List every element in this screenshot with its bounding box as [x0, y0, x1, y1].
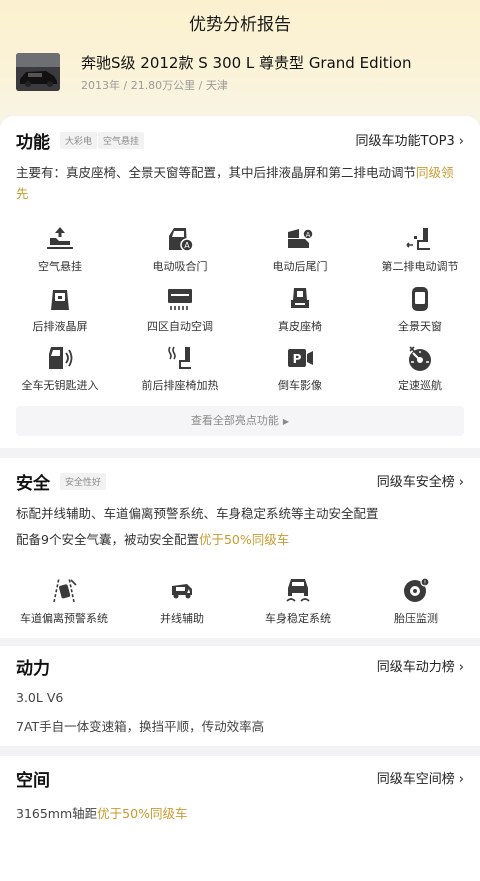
- stability-control-icon: [238, 576, 358, 604]
- svg-text:!: !: [424, 580, 426, 587]
- summary-text: 主要有：真皮座椅、全景天窗等配置，其中后排液晶屏和第二排电动调节: [16, 165, 417, 180]
- triangle-right-icon: ▶: [282, 417, 290, 426]
- feature-item[interactable]: A 电动后尾门: [240, 226, 360, 274]
- features-top3-link[interactable]: 同级车功能TOP3 ›: [356, 130, 465, 149]
- safety-label: 并线辅助: [160, 612, 204, 625]
- cruise-control-icon: [360, 345, 480, 371]
- feature-item[interactable]: 四区自动空调: [120, 286, 240, 334]
- space-rank-link[interactable]: 同级车空间榜 ›: [377, 768, 464, 787]
- safety-item[interactable]: ! 胎压监测: [356, 576, 476, 626]
- safety-line-2: 配备9个安全气囊，被动安全配置优于50%同级车: [16, 529, 464, 550]
- wheelbase-highlight: 优于50%同级车: [97, 806, 188, 821]
- feature-item[interactable]: 真皮座椅: [240, 286, 360, 334]
- feature-item[interactable]: 第二排电动调节: [360, 226, 480, 274]
- features-card: 功能 大彩电 空气悬挂 同级车功能TOP3 › 主要有：真皮座椅、全景天窗等配置，…: [0, 116, 480, 448]
- svg-text:A: A: [184, 241, 190, 250]
- view-all-label: 查看全部亮点功能: [190, 414, 279, 427]
- blind-spot-icon: [122, 576, 242, 604]
- features-top3-label: 同级车功能TOP3: [355, 134, 455, 149]
- transmission-spec: 7AT手自一体变速箱，换挡平顺，传动效率高: [16, 719, 265, 734]
- air-suspension-icon: [0, 226, 120, 252]
- chevron-right-icon: ›: [458, 660, 464, 675]
- safety-title: 安全: [16, 474, 50, 494]
- feature-item[interactable]: 后排液晶屏: [0, 286, 120, 334]
- safety-header: 安全 安全性好 同级车安全榜 ›: [16, 469, 464, 494]
- svg-text:P: P: [293, 352, 302, 366]
- feature-label: 电动吸合门: [152, 260, 208, 273]
- page-title: 优势分析报告: [189, 15, 291, 35]
- features-summary: 主要有：真皮座椅、全景天窗等配置，其中后排液晶屏和第二排电动调节同级领先: [16, 162, 464, 204]
- safety-label: 车道偏离预警系统: [20, 612, 108, 625]
- feature-label: 前后排座椅加热: [141, 379, 219, 392]
- safety-rank-link[interactable]: 同级车安全榜 ›: [377, 471, 464, 490]
- chevron-right-icon: ›: [458, 134, 464, 149]
- feature-label: 全车无钥匙进入: [21, 379, 99, 392]
- safety-line-1: 标配并线辅助、车道偏离预警系统、车身稳定系统等主动安全配置: [16, 506, 379, 521]
- safety-tag: 安全性好: [60, 473, 107, 490]
- features-title: 功能: [16, 133, 50, 153]
- power-rank-link[interactable]: 同级车动力榜 ›: [377, 656, 464, 675]
- car-meta: 2013年 / 21.80万公里 / 天津: [81, 79, 228, 92]
- wheelbase-spec: 3165mm轴距优于50%同级车: [16, 803, 187, 822]
- seat-heating-icon: [120, 345, 240, 371]
- wheelbase-text: 3165mm轴距: [16, 806, 98, 821]
- view-all-features-button[interactable]: 查看全部亮点功能 ▶: [16, 406, 464, 436]
- safety-highlight: 优于50%同级车: [198, 532, 290, 547]
- chevron-right-icon: ›: [458, 772, 464, 787]
- feature-label: 空气悬挂: [38, 260, 82, 273]
- safety-item[interactable]: 并线辅助: [122, 576, 242, 626]
- space-header: 空间 同级车空间榜 ›: [16, 766, 464, 791]
- feature-label: 全景天窗: [398, 320, 442, 333]
- feature-item[interactable]: 前后排座椅加热: [120, 345, 240, 393]
- feature-label: 倒车影像: [278, 379, 322, 392]
- feature-tag: 大彩电: [60, 132, 98, 149]
- svg-text:A: A: [306, 231, 311, 239]
- feature-label: 真皮座椅: [278, 320, 322, 333]
- four-zone-ac-icon: [120, 286, 240, 312]
- feature-item[interactable]: 空气悬挂: [0, 226, 120, 274]
- safety-label: 胎压监测: [394, 612, 438, 625]
- car-thumbnail[interactable]: [16, 53, 60, 91]
- tire-pressure-icon: !: [356, 576, 476, 604]
- car-name: 奔驰S级 2012款 S 300 L 尊贵型 Grand Edition: [81, 54, 412, 72]
- feature-label: 电动后尾门: [272, 260, 328, 273]
- second-row-seat-icon: [360, 226, 480, 252]
- feature-tag: 空气悬挂: [98, 132, 145, 149]
- rear-screen-icon: [0, 286, 120, 312]
- feature-label: 后排液晶屏: [32, 320, 88, 333]
- safety-label: 车身稳定系统: [265, 612, 331, 625]
- panoramic-sunroof-icon: [360, 286, 480, 312]
- chevron-right-icon: ›: [458, 475, 464, 490]
- feature-item[interactable]: P 倒车影像: [240, 345, 360, 393]
- engine-spec: 3.0L V6: [16, 690, 64, 705]
- leather-seat-icon: [240, 286, 360, 312]
- power-rank-label: 同级车动力榜: [376, 660, 455, 675]
- feature-item[interactable]: 全车无钥匙进入: [0, 345, 120, 393]
- feature-item[interactable]: 定速巡航: [360, 345, 480, 393]
- space-title: 空间: [16, 771, 50, 791]
- safety-rank-label: 同级车安全榜: [376, 475, 455, 490]
- soft-close-door-icon: A: [120, 226, 240, 252]
- feature-label: 第二排电动调节: [381, 260, 459, 273]
- power-card: 动力 同级车动力榜 › 3.0L V6 7AT手自一体变速箱，换挡平顺，传动效率高: [0, 646, 480, 746]
- space-card: 空间 同级车空间榜 › 3165mm轴距优于50%同级车: [0, 756, 480, 881]
- features-header: 功能 大彩电 空气悬挂 同级车功能TOP3 ›: [16, 128, 465, 153]
- reverse-camera-icon: P: [240, 345, 360, 371]
- lane-departure-icon: [4, 576, 124, 604]
- power-title: 动力: [16, 659, 50, 679]
- safety-item[interactable]: 车道偏离预警系统: [4, 576, 124, 626]
- safety-line-2-text: 配备9个安全气囊，被动安全配置: [16, 532, 199, 547]
- feature-label: 定速巡航: [398, 379, 442, 392]
- safety-card: 安全 安全性好 同级车安全榜 › 标配并线辅助、车道偏离预警系统、车身稳定系统等主…: [0, 458, 480, 638]
- safety-item[interactable]: 车身稳定系统: [238, 576, 358, 626]
- power-header: 动力 同级车动力榜 ›: [16, 654, 464, 679]
- feature-item[interactable]: A 电动吸合门: [120, 226, 240, 274]
- feature-item[interactable]: 全景天窗: [360, 286, 480, 334]
- power-tailgate-icon: A: [240, 226, 360, 252]
- space-rank-label: 同级车空间榜: [376, 772, 455, 787]
- keyless-entry-icon: [0, 345, 120, 371]
- feature-label: 四区自动空调: [147, 320, 213, 333]
